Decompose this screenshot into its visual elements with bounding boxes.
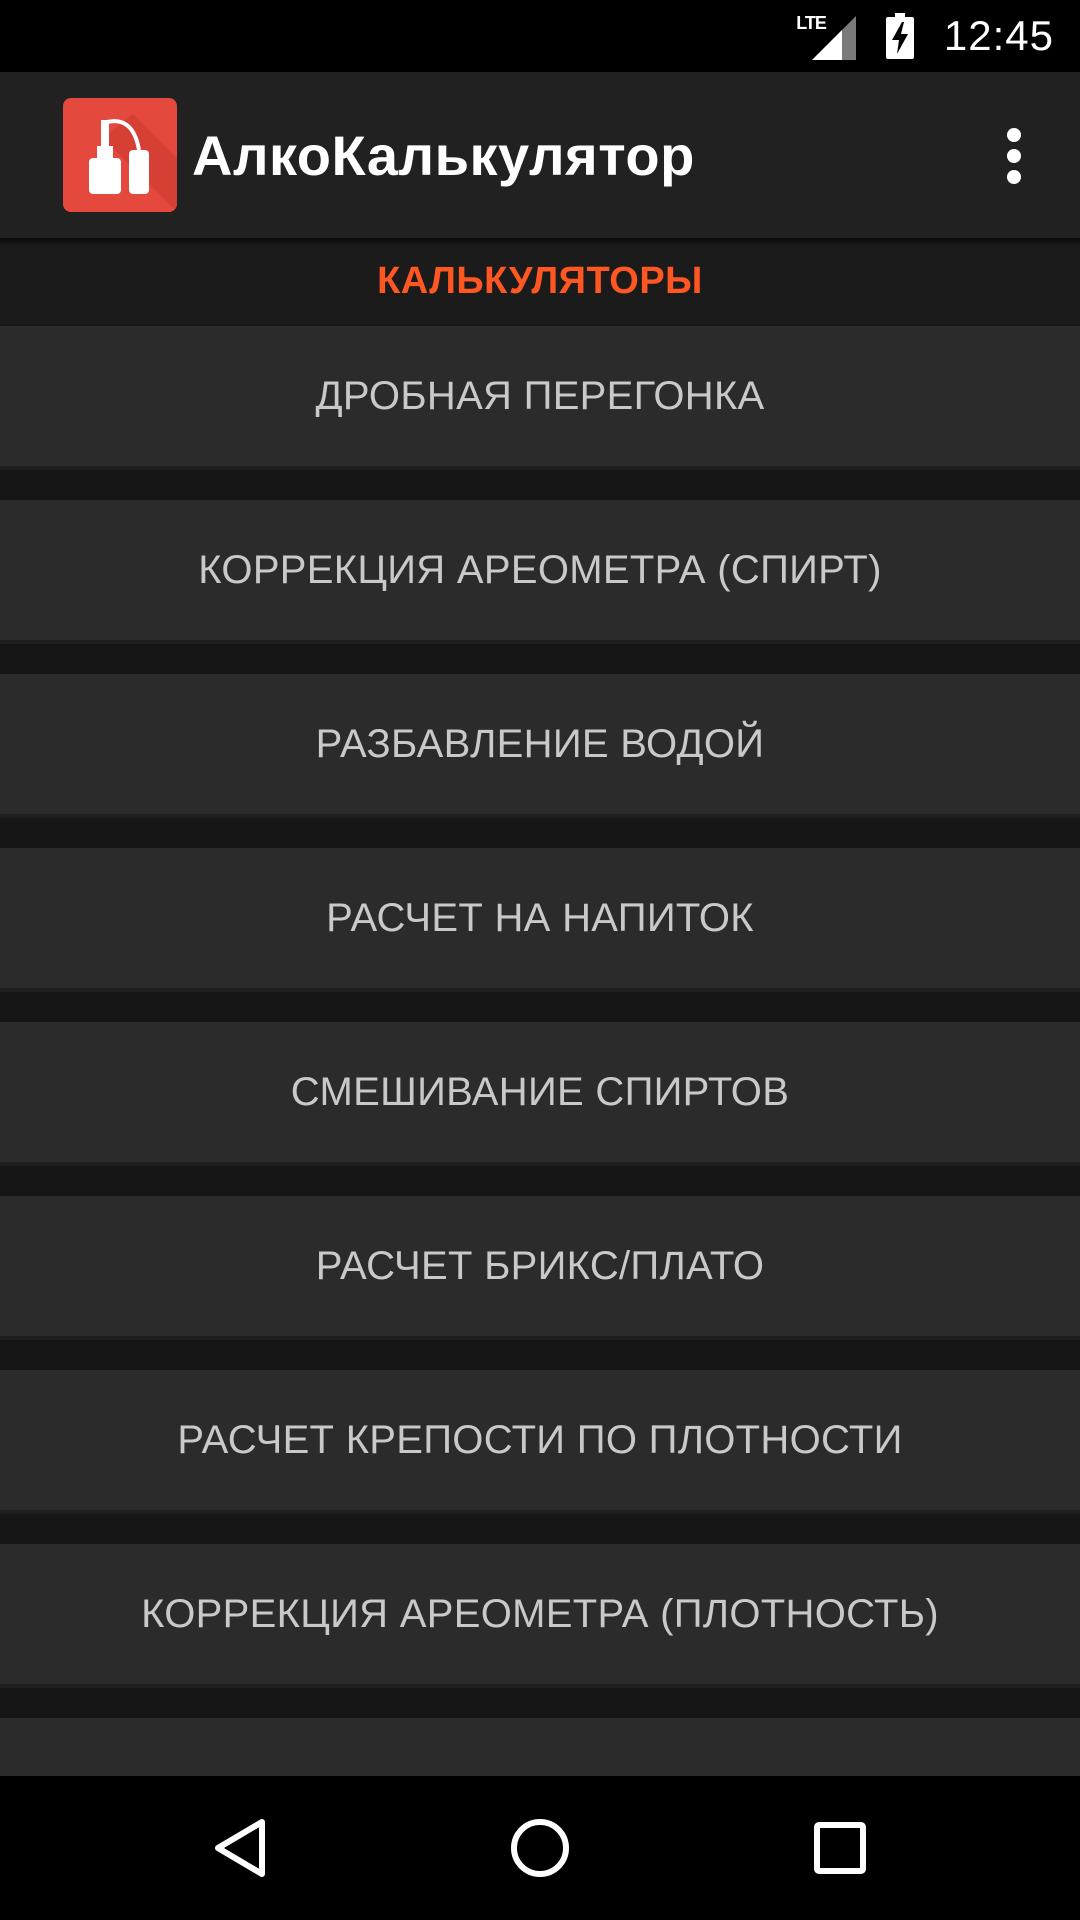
strength-by-density-button[interactable]: РАСЧЕТ КРЕПОСТИ ПО ПЛОТНОСТИ [0, 1370, 1080, 1514]
back-icon[interactable] [200, 1808, 280, 1888]
battery-charging-icon [885, 13, 914, 59]
app-title: АлкоКалькулятор [192, 123, 695, 187]
drink-calculation-button[interactable]: РАСЧЕТ НА НАПИТОК [0, 848, 1080, 992]
section-header: КАЛЬКУЛЯТОРЫ [0, 238, 1080, 324]
alcohol-mixing-button[interactable]: СМЕШИВАНИЕ СПИРТОВ [0, 1022, 1080, 1166]
fractional-distillation-button[interactable]: ДРОБНАЯ ПЕРЕГОНКА [0, 326, 1080, 470]
brix-plato-button[interactable]: РАСЧЕТ БРИКС/ПЛАТО [0, 1196, 1080, 1340]
distiller-app-icon [63, 98, 177, 212]
app-bar: АлкоКалькулятор [0, 72, 1080, 238]
calculator-list: ДРОБНАЯ ПЕРЕГОНКА КОРРЕКЦИЯ АРЕОМЕТРА (С… [0, 326, 1080, 1776]
navigation-bar [0, 1776, 1080, 1920]
recents-icon[interactable] [800, 1808, 880, 1888]
overflow-menu-icon[interactable] [990, 126, 1038, 186]
calculator-button-partial[interactable] [0, 1718, 1080, 1776]
hydrometer-correction-density-button[interactable]: КОРРЕКЦИЯ АРЕОМЕТРА (ПЛОТНОСТЬ) [0, 1544, 1080, 1688]
section-header-label: КАЛЬКУЛЯТОРЫ [377, 259, 703, 302]
home-icon[interactable] [500, 1808, 580, 1888]
water-dilution-button[interactable]: РАЗБАВЛЕНИЕ ВОДОЙ [0, 674, 1080, 818]
hydrometer-correction-alcohol-button[interactable]: КОРРЕКЦИЯ АРЕОМЕТРА (СПИРТ) [0, 500, 1080, 644]
status-time: 12:45 [943, 12, 1054, 59]
signal-bars-icon [811, 15, 856, 60]
status-bar: LTE 12:45 [0, 0, 1080, 72]
signal-strength-icon: LTE [796, 13, 856, 60]
